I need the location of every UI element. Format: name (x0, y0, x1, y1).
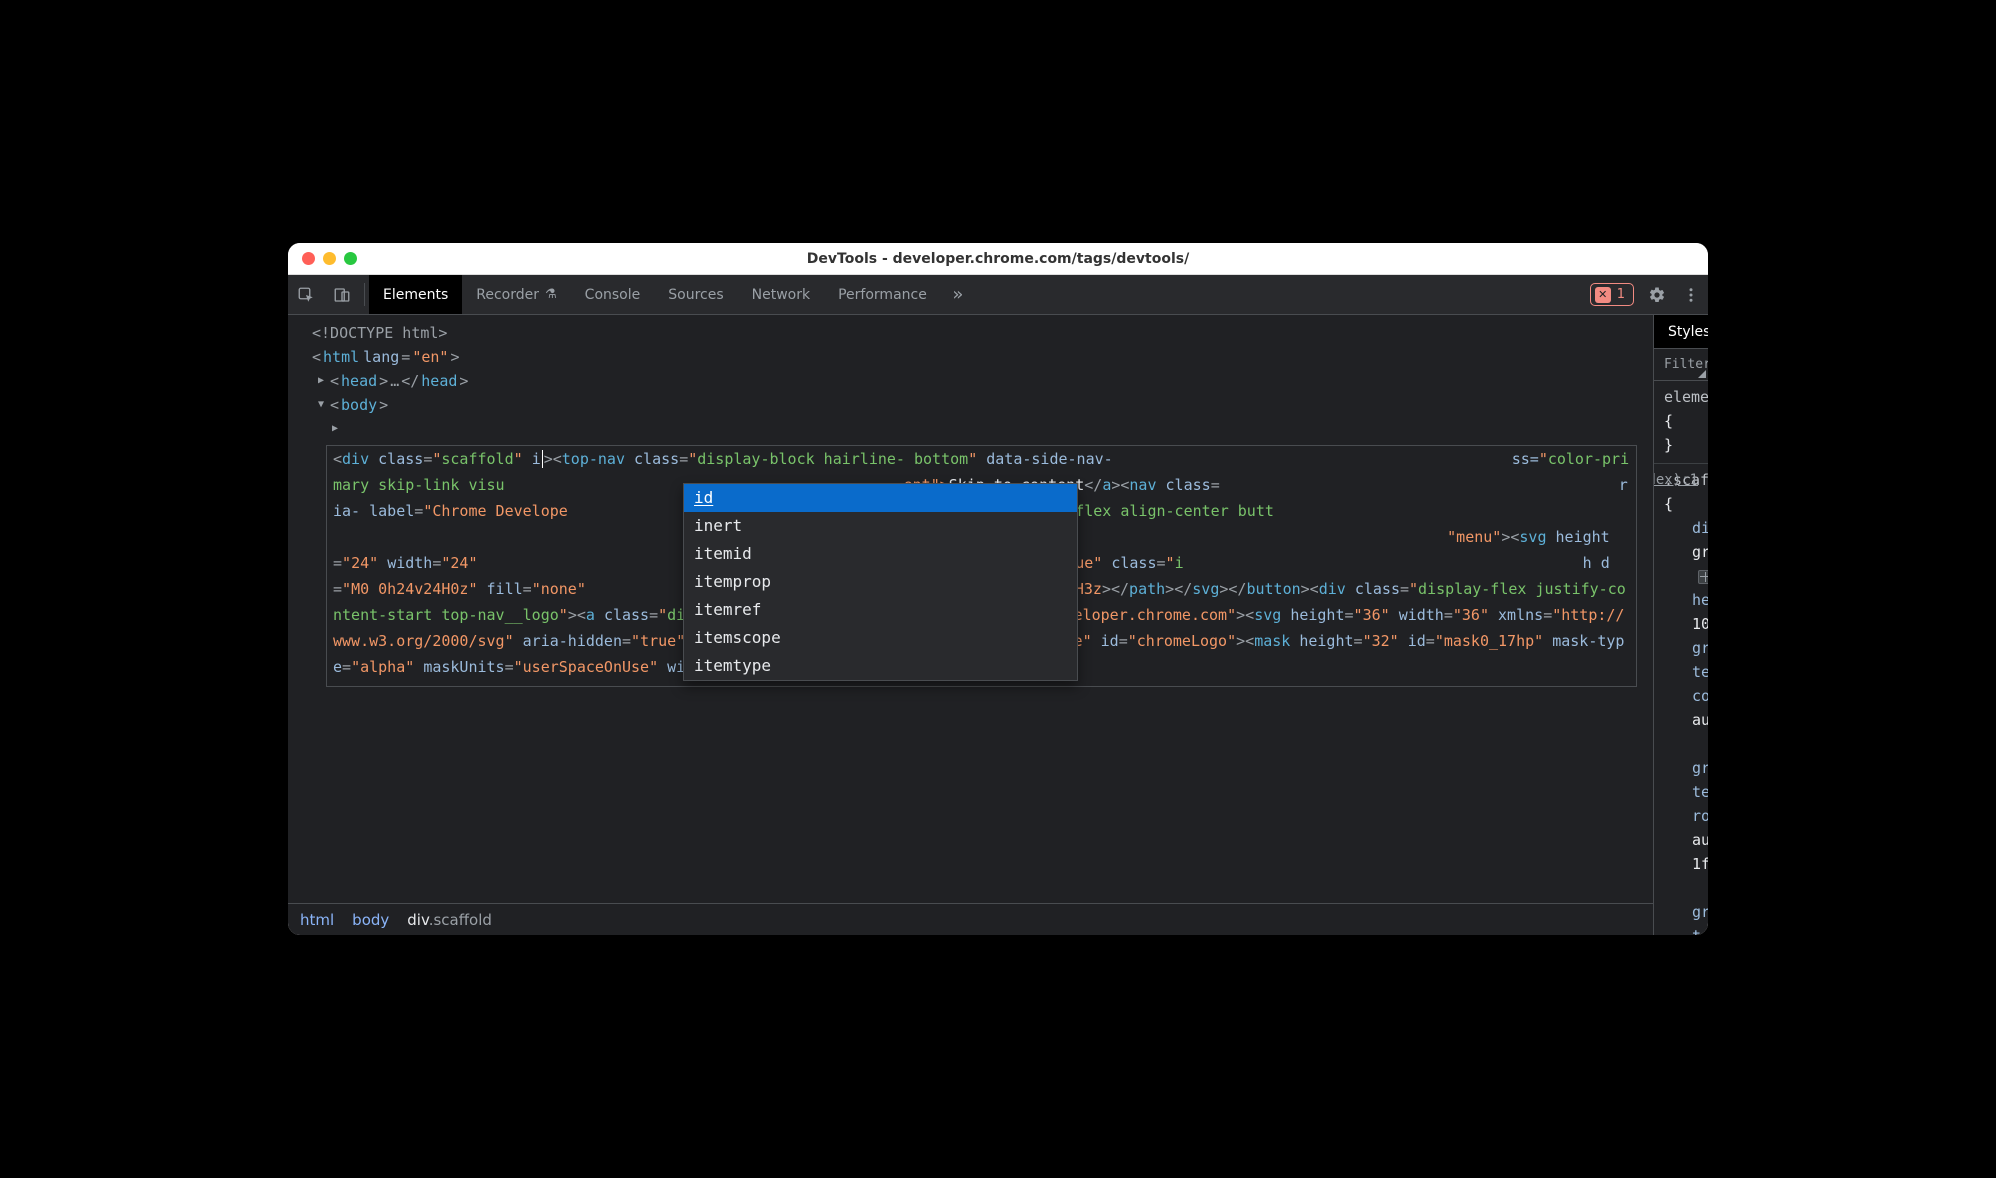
styles-body[interactable]: element.style { } (index):1 .scaffold { … (1654, 381, 1708, 935)
inspect-element-icon[interactable] (288, 275, 324, 314)
traffic-lights (288, 252, 357, 265)
ac-item-itemid[interactable]: itemid (684, 540, 1077, 568)
titlebar: DevTools - developer.chrome.com/tags/dev… (288, 243, 1708, 275)
ac-item-itemscope[interactable]: itemscope (684, 624, 1077, 652)
dom-doctype: <!DOCTYPE html> (296, 321, 1645, 345)
grid-badge-icon[interactable] (1698, 570, 1708, 584)
ac-item-inert[interactable]: inert (684, 512, 1077, 540)
error-count: 1 (1617, 287, 1625, 302)
error-icon: ✕ (1595, 287, 1611, 303)
devtools-tabstrip: Elements Recorder ⚗ Console Sources Netw… (288, 275, 1708, 315)
flask-icon: ⚗ (545, 287, 557, 302)
tab-styles[interactable]: Styles (1654, 315, 1708, 348)
separator (364, 283, 365, 306)
crumb-body[interactable]: body (352, 911, 389, 929)
attribute-autocomplete[interactable]: id inert itemid itemprop itemref itemsco… (683, 483, 1078, 681)
tab-label: Sources (668, 287, 723, 303)
resize-handle-icon[interactable] (1698, 370, 1706, 378)
window-title: DevTools - developer.chrome.com/tags/dev… (288, 251, 1708, 267)
dom-body-child-caret[interactable] (296, 417, 1645, 441)
tab-elements[interactable]: Elements (369, 275, 462, 314)
rule-source-link[interactable]: (index):1 (1654, 468, 1698, 492)
rule-element-style[interactable]: element.style { } (1654, 381, 1708, 464)
dom-body[interactable]: <body> (296, 393, 1645, 417)
window-minimize-button[interactable] (323, 252, 336, 265)
styles-filter-row: Filter :hov .cls + (1654, 349, 1708, 381)
styles-sidebar: Styles Computed Layout » Filter :hov .cl… (1653, 315, 1708, 935)
tab-sources[interactable]: Sources (654, 275, 737, 314)
tab-recorder[interactable]: Recorder ⚗ (462, 275, 570, 314)
ac-item-id[interactable]: id (684, 484, 1077, 512)
tab-network[interactable]: Network (738, 275, 824, 314)
tabs-overflow-icon[interactable]: » (941, 275, 975, 314)
ac-item-itemtype[interactable]: itemtype (684, 652, 1077, 680)
tab-label: Performance (838, 287, 927, 303)
dom-html[interactable]: <html lang="en"> (296, 345, 1645, 369)
editing-attr-input[interactable]: i (532, 450, 541, 468)
ac-item-itemprop[interactable]: itemprop (684, 568, 1077, 596)
tab-label: Recorder (476, 287, 539, 303)
tab-label: Console (585, 287, 641, 303)
device-toolbar-icon[interactable] (324, 275, 360, 314)
main-area: <!DOCTYPE html> <html lang="en"> <head>…… (288, 315, 1708, 935)
window-close-button[interactable] (302, 252, 315, 265)
dom-head[interactable]: <head>…</head> (296, 369, 1645, 393)
ac-item-itemref[interactable]: itemref (684, 596, 1077, 624)
elements-panel: <!DOCTYPE html> <html lang="en"> <head>…… (288, 315, 1653, 935)
crumb-current[interactable]: div.scaffold (407, 911, 492, 929)
settings-gear-icon[interactable] (1640, 275, 1674, 314)
more-menu-icon[interactable] (1674, 275, 1708, 314)
main-tabs: Elements Recorder ⚗ Console Sources Netw… (369, 275, 941, 314)
tab-label: Elements (383, 287, 448, 303)
dom-tree[interactable]: <!DOCTYPE html> <html lang="en"> <head>…… (288, 315, 1653, 903)
window-zoom-button[interactable] (344, 252, 357, 265)
rule-scaffold[interactable]: (index):1 .scaffold { display: grid; hei… (1654, 464, 1708, 935)
devtools-window: DevTools - developer.chrome.com/tags/dev… (288, 243, 1708, 935)
breadcrumbs: html body div.scaffold (288, 903, 1653, 935)
tab-label: Network (752, 287, 810, 303)
tab-console[interactable]: Console (571, 275, 655, 314)
crumb-html[interactable]: html (300, 911, 334, 929)
error-count-pill[interactable]: ✕ 1 (1590, 283, 1634, 306)
tab-performance[interactable]: Performance (824, 275, 941, 314)
sidebar-tabs: Styles Computed Layout » (1654, 315, 1708, 349)
